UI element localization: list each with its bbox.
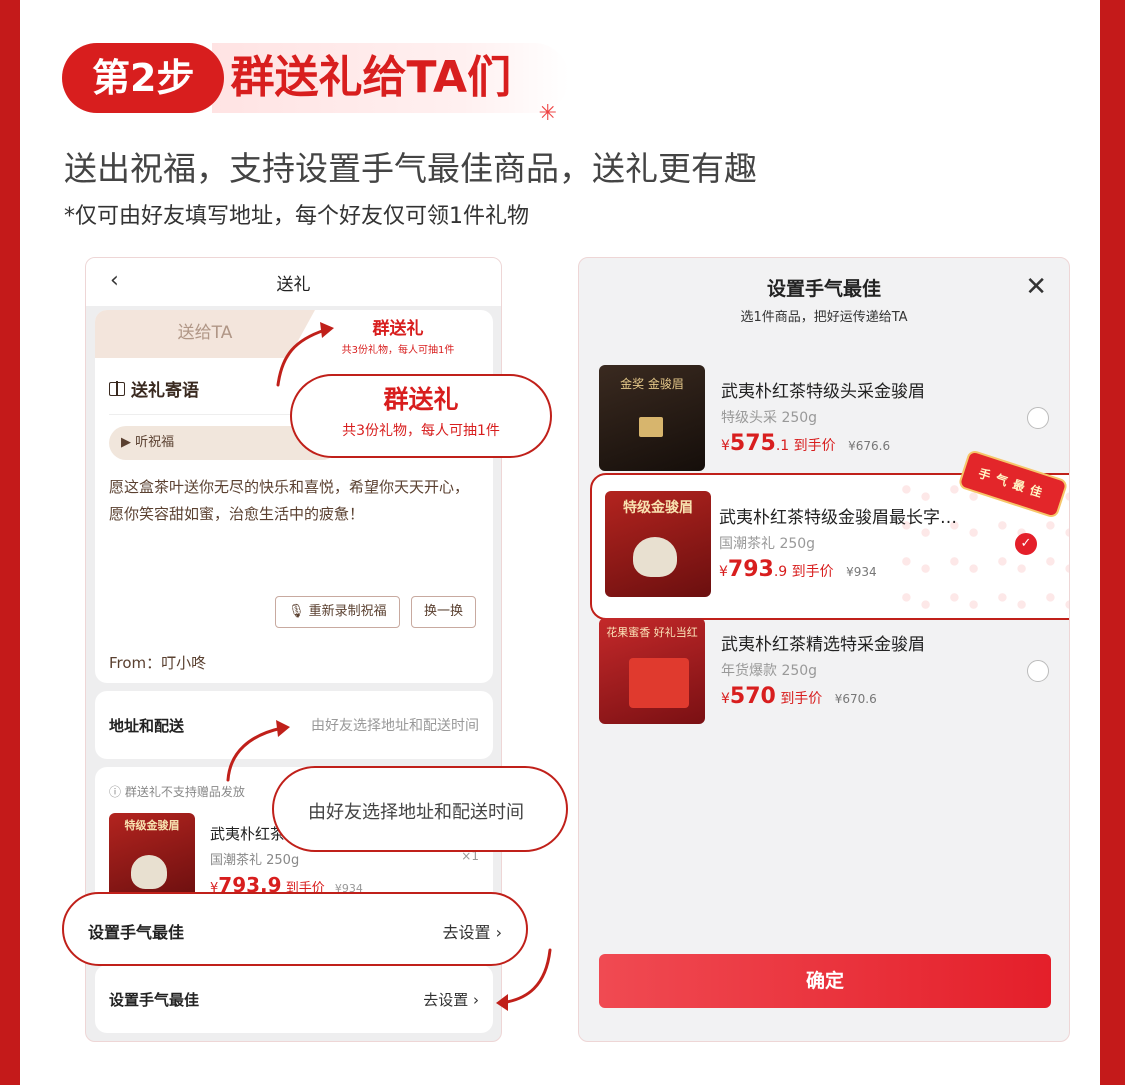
step-title: 群送礼给TA们 ✳ (212, 43, 570, 126)
currency: ¥ (721, 691, 730, 707)
radio-unchecked[interactable] (1027, 660, 1049, 682)
product-spec: 年货爆款 250g (721, 663, 818, 679)
callout-group-gift: 群送礼 共3份礼物，每人可抽1件 (290, 374, 552, 458)
product-image: 花果蜜香 好礼当红 (599, 618, 705, 724)
callout-address: 由好友选择地址和配送时间 (272, 766, 568, 852)
list-item[interactable]: 花果蜜香 好礼当红 武夷朴红茶精选特采金骏眉 年货爆款 250g ¥570 到手… (599, 618, 1049, 728)
gift-box-graphic (629, 658, 689, 708)
step-badge: 第2步 (62, 43, 225, 113)
address-row[interactable]: 地址和配送 由好友选择地址和配送时间 (95, 691, 493, 759)
section-title-text: 送礼寄语 (131, 381, 199, 401)
check-icon[interactable]: ✓ (1015, 533, 1037, 555)
price-int: 793 (727, 557, 774, 582)
lucky-best-row[interactable]: 设置手气最佳 去设置 › (95, 965, 493, 1033)
price-tag: 到手价 (793, 438, 836, 454)
product-note: ⓘ 群送礼不支持赠品发放 (109, 785, 245, 799)
page: 第2步 群送礼给TA们 ✳ 送出祝福，支持设置手气最佳商品，送礼更有趣 *仅可由… (20, 0, 1100, 1085)
currency: ¥ (721, 438, 730, 454)
section-title: 送礼寄语 (109, 376, 199, 401)
product-name: 武夷朴红茶 (210, 825, 286, 843)
product-image-label: 花果蜜香 好礼当红 (606, 626, 698, 639)
product-image-label: 特级金骏眉 (623, 500, 693, 516)
price-tag: 到手价 (791, 564, 834, 580)
gift-icon (109, 380, 125, 396)
product-spec: 特级头采 250g (721, 410, 818, 426)
product-name: 武夷朴红茶精选特采金骏眉 (721, 635, 925, 655)
price-tag: 到手价 (780, 691, 823, 707)
product-image: 特级金骏眉 (605, 491, 711, 597)
mic-icon: 🎙 (288, 604, 305, 619)
product-spec: 国潮茶礼 250g (210, 853, 300, 868)
list-item-selected[interactable]: 特级金骏眉 武夷朴红茶特级金骏眉最长字… 国潮茶礼 250g ¥793.9 到手… (587, 491, 1049, 601)
product-price: ¥570 到手价 ¥670.6 (721, 684, 877, 709)
tea-pot-graphic (131, 855, 167, 889)
product-image: 金奖 金骏眉 (599, 365, 705, 471)
product-name: 武夷朴红茶特级头采金骏眉 (721, 382, 925, 402)
message-card: 送给TA 群送礼 共3份礼物，每人可抽1件 送礼寄语 ▶ 听祝福 愿这盒茶叶送你… (95, 310, 493, 683)
callout-group-gift-sub: 共3份礼物，每人可抽1件 (342, 423, 500, 439)
currency: ¥ (719, 564, 728, 580)
product-image-label: 金奖 金骏眉 (620, 377, 684, 391)
panel-title: 设置手气最佳 (766, 278, 881, 300)
product-image: 特级金骏眉 (109, 813, 195, 899)
original-price: ¥670.6 (834, 692, 877, 706)
from-label: From：叮小咚 (109, 654, 207, 672)
panel-subtitle: 选1件商品，把好运传递给TA (740, 310, 908, 325)
product-price: ¥575.1 到手价 ¥676.6 (721, 431, 890, 456)
price-int: 570 (729, 684, 776, 709)
top-bar: ‹ 送礼 (86, 258, 501, 306)
product-image-label: 特级金骏眉 (124, 819, 180, 832)
tea-pot-graphic (633, 537, 677, 577)
product-price: ¥793.9 到手价 ¥934 (719, 557, 877, 582)
callout-lucky-label: 设置手气最佳 (88, 923, 185, 942)
product-spec: 国潮茶礼 250g (719, 536, 816, 552)
price-dec: .9 (773, 564, 788, 580)
step-title-text: 群送礼给TA们 (230, 52, 512, 103)
rerecord-button[interactable]: 🎙 重新录制祝福 (275, 596, 400, 628)
subtitle: 送出祝福，支持设置手气最佳商品，送礼更有趣 (64, 149, 757, 188)
sparkle-icon: ✳ (538, 101, 558, 126)
address-value: 由好友选择地址和配送时间 (311, 718, 479, 734)
note: *仅可由好友填写地址，每个好友仅可领1件礼物 (64, 204, 529, 229)
blessing-message: 愿这盒茶叶送你无尽的快乐和喜悦，希望你天天开心，愿你笑容甜如蜜，治愈生活中的疲惫… (109, 478, 470, 523)
confirm-button[interactable]: 确定 (599, 954, 1051, 1008)
lucky-best-action[interactable]: 去设置 › (423, 989, 479, 1010)
callout-lucky-best: 设置手气最佳 去设置 › (62, 892, 528, 966)
lucky-best-label: 设置手气最佳 (109, 991, 200, 1009)
tea-box-graphic (639, 417, 663, 437)
radio-unchecked[interactable] (1027, 407, 1049, 429)
tab-send-to-ta[interactable]: 送给TA (95, 310, 315, 358)
original-price: ¥934 (846, 565, 877, 579)
tab-group-gift[interactable]: 群送礼 共3份礼物，每人可抽1件 (303, 310, 493, 358)
page-title: 送礼 (276, 275, 311, 295)
original-price: ¥676.6 (848, 439, 891, 453)
address-label: 地址和配送 (109, 717, 185, 735)
step-header: 第2步 群送礼给TA们 ✳ (62, 42, 570, 126)
product-name: 武夷朴红茶特级金骏眉最长字… (719, 508, 957, 528)
callout-lucky-action: 去设置 › (442, 923, 503, 942)
tab-group-gift-sub: 共3份礼物，每人可抽1件 (341, 345, 455, 356)
swap-button[interactable]: 换一换 (411, 596, 477, 628)
tab-group-gift-label: 群送礼 (372, 319, 424, 339)
lucky-best-panel: 设置手气最佳 选1件商品，把好运传递给TA ✕ 金奖 金骏眉 武夷朴红茶特级头采… (578, 257, 1070, 1042)
callout-group-gift-title: 群送礼 (383, 385, 459, 414)
close-icon[interactable]: ✕ (1025, 272, 1047, 302)
price-dec: .1 (775, 438, 790, 454)
rerecord-label: 重新录制祝福 (308, 604, 387, 619)
callout-address-text: 由好友选择地址和配送时间 (308, 802, 524, 823)
price-int: 575 (729, 431, 776, 456)
